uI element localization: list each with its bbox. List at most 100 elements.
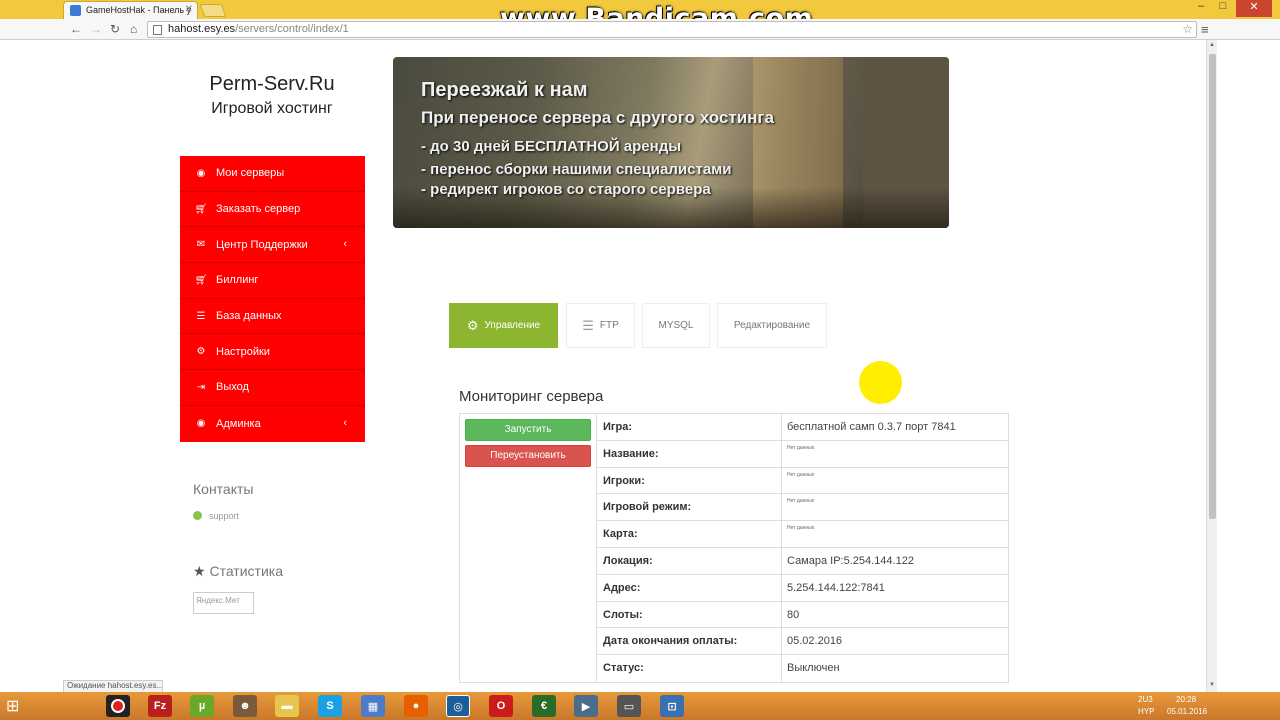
browser-menu-icon[interactable]: ≡ [1201, 22, 1209, 37]
scroll-down-icon[interactable]: ▼ [1209, 682, 1215, 688]
browser-tabstrip: GameHostHak - Панель у ✕ www.Bandicam.co… [0, 0, 1280, 34]
page-scrollbar[interactable]: ▲ ▼ [1206, 40, 1217, 692]
tab-label: FTP [599, 320, 619, 331]
cart-icon: 🛒︎ [194, 203, 208, 215]
skype-icon [193, 511, 202, 520]
tab-mysql[interactable]: MYSQL [642, 303, 710, 348]
home-icon[interactable]: ⌂ [130, 22, 137, 36]
promo-banner[interactable]: Переезжай к нам При переносе сервера с д… [393, 57, 949, 228]
reload-icon[interactable]: ↻ [110, 22, 120, 36]
site-brand-subtitle: Игровой хостинг [211, 100, 333, 117]
table-row: Статус: Выключен [597, 655, 1009, 682]
row-value: Нет данных [787, 525, 815, 532]
yandex-metrika-image[interactable]: Яндекс.Мет [193, 592, 254, 614]
scroll-up-icon[interactable]: ▲ [1209, 42, 1215, 48]
media-icon[interactable]: ▶ [574, 695, 598, 717]
back-icon[interactable]: ← [70, 22, 82, 36]
reinstall-server-button[interactable]: Переустановить [465, 445, 591, 467]
sidebar-item-settings[interactable]: ⚙ Настройки [180, 334, 365, 371]
site-brand-name: Perm-Serv.Ru [209, 73, 335, 95]
bookmark-star-icon[interactable]: ☆ [1182, 22, 1193, 36]
maximize-icon[interactable]: □ [1212, 0, 1234, 12]
table-row: Игра: бесплатной самп 0.3.7 порт 7841 [597, 414, 1009, 441]
firefox-icon[interactable]: ● [404, 695, 428, 717]
row-value: 80 [787, 608, 800, 621]
table-row: Локация: Самара IP:5.254.144.122 [597, 548, 1009, 575]
row-label: Локация: [597, 548, 782, 574]
game-icon[interactable]: ☻ [233, 695, 257, 717]
sidebar-item-label: Админка [216, 417, 261, 430]
chrome-icon[interactable]: ◎ [446, 695, 470, 717]
table-row: Слоты: 80 [597, 601, 1009, 629]
banner-bullet: - до 30 дней БЕСПЛАТНОЙ аренды [421, 138, 682, 155]
close-tab-icon[interactable]: ✕ [185, 4, 193, 15]
start-server-button[interactable]: Запустить [465, 419, 591, 441]
sidebar-item-billing[interactable]: 🛒︎ Биллинг [180, 263, 365, 299]
row-value: Выключен [787, 662, 840, 675]
minimize-icon[interactable]: – [1190, 0, 1212, 12]
tab-label: Управление [484, 320, 541, 331]
folder-icon[interactable]: ▬ [275, 695, 299, 717]
contacts-heading: Контакты [193, 481, 254, 497]
filezilla-icon[interactable]: Fz [148, 695, 172, 717]
row-label: Дата окончания оплаты: [597, 628, 782, 655]
scrollbar-thumb[interactable] [1209, 54, 1216, 519]
app-euro-icon[interactable]: € [532, 695, 556, 717]
favicon-icon [70, 5, 81, 16]
start-button[interactable]: ⊞ [6, 696, 28, 716]
row-value: 5.254.144.122:7841 [787, 581, 885, 594]
right-margin [1217, 40, 1280, 692]
skype-taskbar-icon[interactable]: S [318, 695, 342, 717]
clock-date[interactable]: 05.01.2016 [1167, 707, 1207, 716]
utorrent-icon[interactable]: µ [190, 695, 214, 717]
tab-edit[interactable]: Редактирование [717, 303, 827, 348]
language-indicator[interactable]: HYP [1138, 707, 1154, 716]
sidebar-item-support[interactable]: ✉ Центр Поддержки ‹ [180, 227, 365, 264]
sidebar-item-order-server[interactable]: 🛒︎ Заказать сервер [180, 192, 365, 228]
sidebar-item-logout[interactable]: ⇥ Выход [180, 370, 365, 406]
cursor-highlight [859, 361, 902, 404]
circle-dot-icon: ◉ [196, 418, 206, 430]
new-tab-button[interactable] [199, 4, 227, 17]
table-row: Адрес: 5.254.144.122:7841 [597, 574, 1009, 602]
bandicam-icon[interactable] [106, 695, 130, 717]
sidebar-item-label: Заказать сервер [216, 203, 301, 216]
sidebar-item-label: Выход [216, 381, 249, 394]
close-window-icon[interactable]: ✕ [1236, 0, 1272, 17]
monitor-table: Запустить Переустановить Игра: бесплатно… [459, 413, 1009, 683]
sidebar-item-admin[interactable]: ◉ Админка ‹ [180, 406, 365, 442]
opera-icon[interactable]: O [489, 695, 513, 717]
tab-ftp[interactable]: ☰ FTP [566, 303, 635, 348]
banner-bullet: - перенос сборки нашими специалистами [421, 161, 732, 178]
tab-label: Редактирование [733, 320, 811, 331]
banner-bullet: - редирект игроков со старого сервера [421, 181, 711, 198]
row-value: 05.02.2016 [787, 635, 843, 648]
row-value: Самара IP:5.254.144.122 [787, 555, 914, 567]
server-icon: ☰ [582, 317, 594, 333]
sidebar-item-label: Мои серверы [216, 167, 285, 180]
table-row: Игровой режим: Нет данных [597, 494, 1009, 522]
row-label: Игроки: [597, 467, 782, 494]
row-label: Статус: [597, 655, 782, 682]
browser-tab[interactable]: GameHostHak - Панель у ✕ [63, 1, 198, 19]
url-path: /servers/control/index/1 [235, 23, 349, 35]
clock-time[interactable]: 20:28 [1176, 695, 1196, 704]
browser-tab-title: GameHostHak - Панель у [86, 5, 192, 15]
sidebar-item-label: Биллинг [216, 274, 259, 287]
table-row: Название: Нет данных [597, 440, 1009, 468]
row-value: Нет данных [787, 498, 815, 505]
app-icon[interactable]: ▦ [361, 695, 385, 717]
sidebar-item-my-servers[interactable]: ◉ Мои серверы [180, 156, 365, 192]
sidebar-item-label: Центр Поддержки [216, 238, 308, 251]
sidebar-item-database[interactable]: ☰ База данных [180, 299, 365, 335]
tab-control[interactable]: ⚙ Управление [449, 303, 558, 348]
monitor-heading: Мониторинг сервера [459, 388, 604, 405]
table-row: Дата окончания оплаты: 05.02.2016 [597, 628, 1009, 656]
forward-icon[interactable]: → [90, 22, 102, 36]
network-app-icon[interactable]: ⊡ [660, 695, 684, 717]
row-label: Карта: [597, 521, 782, 547]
address-bar[interactable]: hahost.esy.es/servers/control/index/1 ☆ [147, 21, 1197, 38]
skype-contact[interactable]: support [193, 511, 239, 521]
monitor-app-icon[interactable]: ▭ [617, 695, 641, 717]
banner-subheadline: При переносе сервера с другого хостинга [421, 108, 774, 127]
